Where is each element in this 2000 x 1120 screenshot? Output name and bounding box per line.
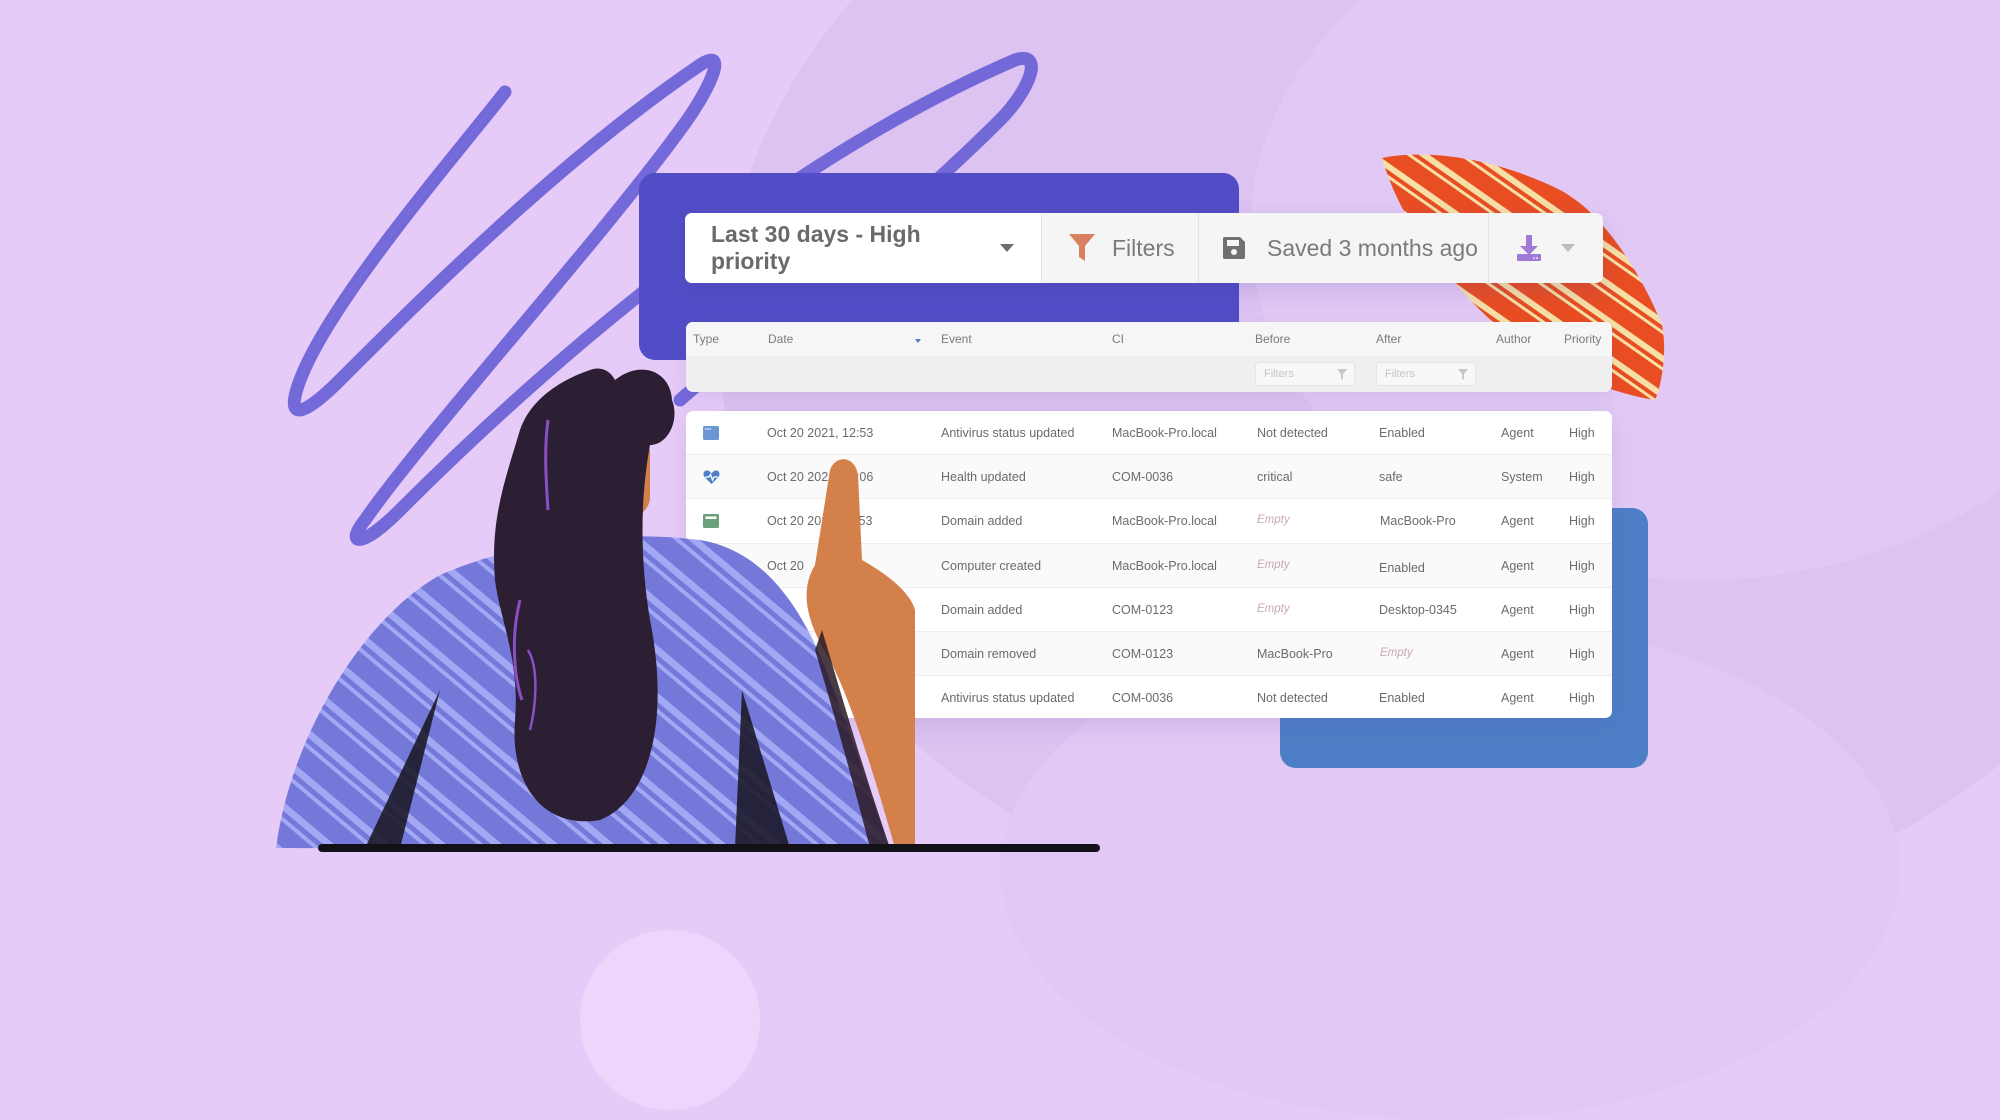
person-illustration <box>276 368 1100 852</box>
desk-line <box>318 844 1100 852</box>
